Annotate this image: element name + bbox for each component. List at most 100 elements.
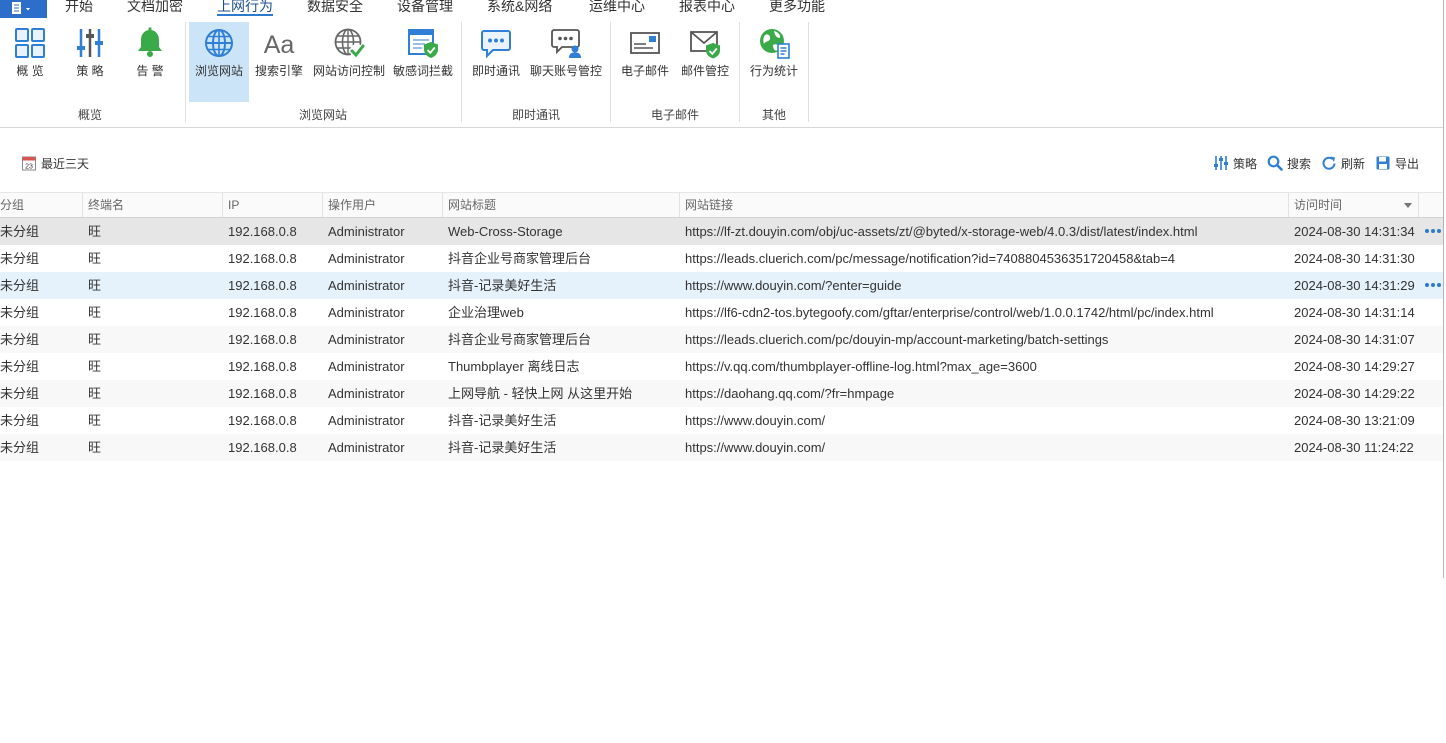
more-icon-dot bbox=[1431, 283, 1435, 287]
cell-url: https://www.douyin.com/?enter=guide bbox=[685, 278, 902, 293]
more-icon[interactable] bbox=[1424, 229, 1443, 234]
cell-time: 2024-08-30 13:21:09 bbox=[1294, 413, 1415, 428]
menu-tab-ops-center[interactable]: 运维中心 bbox=[589, 0, 645, 16]
ribbon-group-label-other: 其他 bbox=[761, 108, 786, 122]
ribbon-email-button[interactable]: 电子邮件 bbox=[617, 22, 673, 102]
table-row[interactable]: 未分组 旺 192.168.0.8 Administrator 抖音企业号商家管理后台 h… bbox=[0, 245, 1443, 272]
ribbon-overview-button[interactable]: 概 览 bbox=[5, 22, 55, 102]
table-header: 分组 终端名 IP 操作用户 网站标题 网站链接 访问时间 bbox=[0, 192, 1443, 218]
menu-tab-device-management[interactable]: 设备管理 bbox=[397, 0, 453, 16]
table-row[interactable]: 未分组 旺 192.168.0.8 Administrator 抖音-记录美好生活 htt… bbox=[0, 434, 1443, 461]
cell-ip: 192.168.0.8 bbox=[228, 440, 297, 455]
menu-tab-start[interactable]: 开始 bbox=[65, 0, 93, 16]
cell-url: https://v.qq.com/thumbplayer-offline-log… bbox=[685, 359, 1037, 374]
font-aa-icon-glyph: Aa bbox=[264, 31, 295, 59]
table-row[interactable]: 未分组 旺 192.168.0.8 Administrator 抖音-记录美好生活 htt… bbox=[0, 272, 1443, 299]
menu-tab-report-center[interactable]: 报表中心 bbox=[679, 0, 735, 16]
cell-group: 未分组 bbox=[0, 278, 40, 293]
ribbon-button-label: 敏感词拦截 bbox=[392, 64, 453, 78]
table-row[interactable]: 未分组 旺 192.168.0.8 Administrator Thumbplayer … bbox=[0, 353, 1443, 380]
alarm-bell-icon bbox=[138, 27, 162, 57]
ribbon-button-label: 聊天账号管控 bbox=[529, 64, 602, 78]
date-range-filter[interactable]: 23 最近三天 bbox=[21, 150, 89, 176]
ribbon-chat-account-control-button[interactable]: 聊天账号管控 bbox=[527, 22, 605, 102]
cell-group: 未分组 bbox=[0, 224, 40, 239]
policy-button[interactable]: 策略 bbox=[1213, 150, 1257, 176]
refresh-button[interactable]: 刷新 bbox=[1321, 150, 1365, 176]
table-row[interactable]: 未分组 旺 192.168.0.8 Administrator 抖音-记录美好生活 htt… bbox=[0, 407, 1443, 434]
ribbon-policy-button[interactable]: 策 略 bbox=[65, 22, 115, 102]
ribbon-website-access-control-button[interactable]: 网站访问控制 bbox=[311, 22, 387, 102]
column-header-ip[interactable]: IP bbox=[223, 193, 323, 217]
menu-tab-system-network[interactable]: 系统&网络 bbox=[487, 0, 552, 16]
ribbon-search-engine-button[interactable]: Aa 搜索引擎 bbox=[251, 22, 307, 102]
ribbon-button-label: 行为统计 bbox=[749, 64, 798, 78]
cell-user: Administrator bbox=[328, 305, 405, 320]
table-row[interactable]: 未分组 旺 192.168.0.8 Administrator 抖音企业号商家管理后台 h… bbox=[0, 326, 1443, 353]
ribbon-mail-control-button[interactable]: 邮件管控 bbox=[677, 22, 733, 102]
cell-title: 抖音-记录美好生活 bbox=[448, 413, 557, 428]
cell-title: 上网导航 - 轻快上网 从这里开始 bbox=[448, 386, 633, 401]
globe-check-icon bbox=[334, 28, 365, 58]
cell-time: 2024-08-30 14:31:29 bbox=[1294, 278, 1415, 293]
cell-group: 未分组 bbox=[0, 359, 40, 374]
cell-url: https://leads.cluerich.com/pc/douyin-mp/… bbox=[685, 332, 1109, 347]
calendar-icon-date: 23 bbox=[25, 164, 33, 171]
ribbon-button-label: 告 警 bbox=[136, 64, 164, 78]
search-button[interactable]: 搜索 bbox=[1267, 150, 1311, 176]
table-row[interactable]: 未分组 旺 192.168.0.8 Administrator Web-Cross-St… bbox=[0, 218, 1443, 245]
table-row[interactable]: 未分组 旺 192.168.0.8 Administrator 企业治理web https… bbox=[0, 299, 1443, 326]
cell-time: 2024-08-30 14:29:22 bbox=[1294, 386, 1415, 401]
column-header-url[interactable]: 网站链接 bbox=[680, 193, 1289, 217]
menu-tab-more-features[interactable]: 更多功能 bbox=[769, 0, 825, 16]
table-body: 未分组旺 192.168.0.8 Administrator Web-Cross-St… bbox=[0, 218, 1443, 461]
column-header-title[interactable]: 网站标题 bbox=[443, 193, 680, 217]
sliders-icon bbox=[1214, 156, 1228, 170]
menu-bar: 开始 文档加密 上网行为 数据安全 设备管理 系统&网络 运维中心 报表中心 更… bbox=[0, 0, 1443, 18]
menu-tab-data-security[interactable]: 数据安全 bbox=[307, 0, 363, 16]
search-icon bbox=[1267, 155, 1283, 171]
column-header-user[interactable]: 操作用户 bbox=[323, 193, 443, 217]
table-row[interactable]: 未分组 旺 192.168.0.8 Administrator 上网导航 - 轻快上网 … bbox=[0, 380, 1443, 407]
ribbon-sensitive-word-block-button[interactable]: 敏感词拦截 bbox=[391, 22, 455, 102]
cell-group: 未分组 bbox=[0, 440, 40, 455]
column-header-group[interactable]: 分组 bbox=[0, 193, 83, 217]
more-icon[interactable] bbox=[1424, 283, 1443, 288]
cell-terminal: 旺 bbox=[88, 305, 102, 320]
mail-shield-icon bbox=[690, 31, 720, 59]
cell-terminal: 旺 bbox=[88, 413, 102, 428]
cell-time: 2024-08-30 14:31:07 bbox=[1294, 332, 1415, 347]
cell-group: 未分组 bbox=[0, 332, 40, 347]
cell-terminal: 旺 bbox=[88, 386, 102, 401]
cell-group: 未分组 bbox=[0, 413, 40, 428]
column-header-terminal[interactable]: 终端名 bbox=[83, 193, 223, 217]
cell-title: 抖音-记录美好生活 bbox=[448, 278, 557, 293]
cell-user: Administrator bbox=[328, 332, 405, 347]
globe-stats-icon bbox=[760, 29, 790, 59]
export-button[interactable]: 导出 bbox=[1375, 150, 1419, 176]
app-menu-button[interactable] bbox=[0, 0, 47, 18]
cell-terminal: 旺 bbox=[88, 224, 102, 239]
cell-ip: 192.168.0.8 bbox=[228, 332, 297, 347]
date-range-label: 最近三天 bbox=[41, 156, 90, 171]
cell-url: https://www.douyin.com/ bbox=[685, 413, 826, 428]
cell-url: https://lf-zt.douyin.com/obj/uc-assets/z… bbox=[685, 224, 1198, 239]
ribbon-instant-messaging-button[interactable]: 即时通讯 bbox=[468, 22, 524, 102]
sort-desc-icon[interactable] bbox=[1404, 203, 1412, 208]
cell-url: https://daohang.qq.com/?fr=hmpage bbox=[685, 386, 895, 401]
cell-ip: 192.168.0.8 bbox=[228, 359, 297, 374]
refresh-icon bbox=[1322, 156, 1336, 170]
cell-group: 未分组 bbox=[0, 305, 40, 320]
ribbon-behavior-stats-button[interactable]: 行为统计 bbox=[746, 22, 802, 102]
calendar-icon: 23 bbox=[22, 156, 36, 171]
ribbon-alert-button[interactable]: 告 警 bbox=[125, 22, 175, 102]
column-header-time[interactable]: 访问时间 bbox=[1289, 193, 1419, 217]
chat-bubble-icon bbox=[481, 30, 511, 59]
menu-tab-document-encryption[interactable]: 文档加密 bbox=[127, 0, 183, 16]
cell-title: 企业治理web bbox=[448, 305, 524, 320]
ribbon-browse-websites-button[interactable]: 浏览网站 bbox=[189, 22, 249, 102]
cell-group: 未分组 bbox=[0, 251, 40, 266]
cell-user: Administrator bbox=[328, 386, 405, 401]
cell-time: 2024-08-30 11:24:22 bbox=[1294, 440, 1414, 455]
save-icon bbox=[1376, 156, 1390, 170]
